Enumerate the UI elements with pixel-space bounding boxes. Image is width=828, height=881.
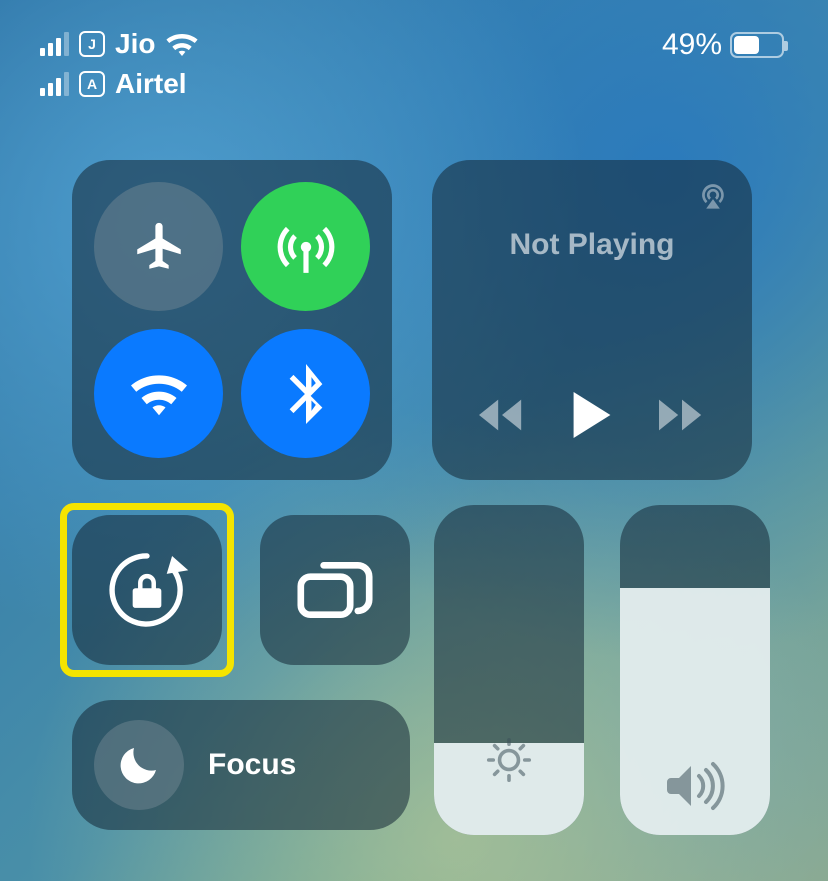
now-playing-title: Not Playing <box>456 228 728 262</box>
orientation-lock-button[interactable] <box>72 515 222 665</box>
cellular-antenna-icon <box>275 216 337 278</box>
status-bar: J Jio A Airtel 49% <box>0 24 828 104</box>
next-track-button[interactable] <box>659 398 705 432</box>
bluetooth-button[interactable] <box>241 329 370 458</box>
signal-bars-icon <box>40 32 69 56</box>
sun-icon <box>482 733 536 787</box>
battery-fill <box>734 36 759 54</box>
sim1-badge: J <box>79 31 105 57</box>
play-button[interactable] <box>572 392 612 438</box>
signal-bars-icon <box>40 72 69 96</box>
brightness-icon-wrap <box>434 733 584 787</box>
wifi-status-icon <box>165 31 199 57</box>
battery-icon <box>730 32 784 58</box>
volume-icon-wrap <box>620 761 770 811</box>
screen-mirroring-button[interactable] <box>260 515 410 665</box>
control-center: Not Playing Focus <box>72 160 788 881</box>
focus-moon-wrap <box>94 720 184 810</box>
battery-percent-label: 49% <box>662 28 722 62</box>
wifi-icon <box>129 370 189 418</box>
airplane-icon <box>130 218 188 276</box>
brightness-slider[interactable] <box>434 505 584 835</box>
airplane-mode-button[interactable] <box>94 182 223 311</box>
screen-mirroring-icon <box>297 558 373 622</box>
orientation-lock-icon <box>104 547 190 633</box>
airplay-icon[interactable] <box>696 180 730 210</box>
status-row-sim2: A Airtel <box>40 64 788 104</box>
status-right: 49% <box>662 28 784 62</box>
now-playing-panel[interactable]: Not Playing <box>432 160 752 480</box>
speaker-icon <box>665 761 725 811</box>
volume-slider[interactable] <box>620 505 770 835</box>
cellular-data-button[interactable] <box>241 182 370 311</box>
moon-icon <box>115 741 163 789</box>
music-controls <box>456 392 728 438</box>
wifi-button[interactable] <box>94 329 223 458</box>
sim2-carrier-label: Airtel <box>115 68 187 100</box>
previous-track-button[interactable] <box>479 398 525 432</box>
bluetooth-icon <box>284 364 328 424</box>
focus-label: Focus <box>208 748 296 782</box>
sim1-carrier-label: Jio <box>115 28 155 60</box>
sim2-badge: A <box>79 71 105 97</box>
connectivity-panel[interactable] <box>72 160 392 480</box>
focus-button[interactable]: Focus <box>72 700 410 830</box>
